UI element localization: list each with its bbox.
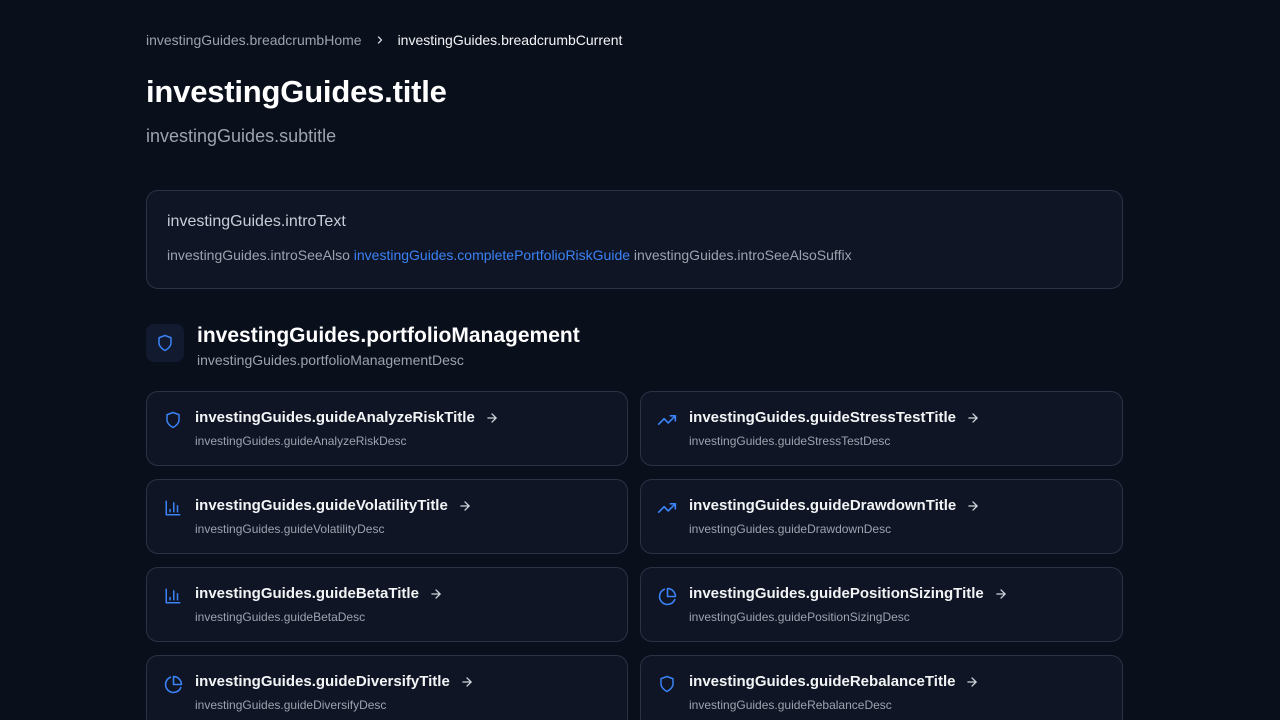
- section-header: investingGuides.portfolioManagement inve…: [146, 324, 580, 368]
- guide-card-title: investingGuides.guideDrawdownTitle: [689, 497, 957, 514]
- guide-card-title-row: investingGuides.guidePositionSizingTitle: [689, 585, 1008, 602]
- arrow-right-icon: [485, 411, 499, 425]
- guide-card-title-row: investingGuides.guideAnalyzeRiskTitle: [195, 409, 499, 426]
- intro-box: investingGuides.introText investingGuide…: [146, 190, 1123, 289]
- intro-see-also-prefix: investingGuides.introSeeAlso: [167, 247, 350, 263]
- guide-card-body: investingGuides.guideBetaTitle investingG…: [195, 585, 443, 624]
- guide-card-body: investingGuides.guideRebalanceTitle inves…: [689, 673, 979, 712]
- portfolio-risk-guide-link[interactable]: investingGuides.completePortfolioRiskGui…: [354, 247, 630, 263]
- intro-see-also: investingGuides.introSeeAlso investingGu…: [167, 247, 1102, 263]
- guide-card-title: investingGuides.guideAnalyzeRiskTitle: [195, 409, 475, 426]
- page-subtitle: investingGuides.subtitle: [146, 126, 337, 146]
- guide-card-title-row: investingGuides.guideDiversifyTitle: [195, 673, 474, 690]
- shield-icon: [657, 674, 677, 694]
- guide-card-title: investingGuides.guideRebalanceTitle: [689, 673, 956, 690]
- guide-card-title-row: investingGuides.guideRebalanceTitle: [689, 673, 979, 690]
- guide-card-title-row: investingGuides.guideBetaTitle: [195, 585, 443, 602]
- guide-card[interactable]: investingGuides.guideBetaTitle investingG…: [146, 567, 628, 642]
- breadcrumb: investingGuides.breadcrumbHome investing…: [146, 32, 622, 48]
- guide-card-body: investingGuides.guideDiversifyTitle inves…: [195, 673, 474, 712]
- guide-card-body: investingGuides.guideDrawdownTitle invest…: [689, 497, 980, 536]
- guide-card-desc: investingGuides.guidePositionSizingDesc: [689, 610, 910, 624]
- guide-card[interactable]: investingGuides.guideVolatilityTitle inve…: [146, 479, 628, 554]
- guide-card-desc: investingGuides.guideDiversifyDesc: [195, 698, 387, 712]
- intro-text: investingGuides.introText: [167, 213, 346, 230]
- guide-card-desc: investingGuides.guideRebalanceDesc: [689, 698, 892, 712]
- shield-icon: [163, 410, 183, 430]
- shield-icon: [146, 324, 184, 362]
- guide-card-title-row: investingGuides.guideStressTestTitle: [689, 409, 980, 426]
- guide-card[interactable]: investingGuides.guideAnalyzeRiskTitle inv…: [146, 391, 628, 466]
- guide-card-title-row: investingGuides.guideVolatilityTitle: [195, 497, 472, 514]
- guide-card[interactable]: investingGuides.guideDrawdownTitle invest…: [640, 479, 1123, 554]
- arrow-right-icon: [460, 675, 474, 689]
- arrow-right-icon: [965, 675, 979, 689]
- guide-card-desc: investingGuides.guideStressTestDesc: [689, 434, 891, 448]
- guide-card[interactable]: investingGuides.guideRebalanceTitle inves…: [640, 655, 1123, 720]
- guide-card-title: investingGuides.guideStressTestTitle: [689, 409, 957, 426]
- breadcrumb-current: investingGuides.breadcrumbCurrent: [397, 32, 623, 48]
- guide-card-title: investingGuides.guideVolatilityTitle: [195, 497, 448, 514]
- guide-card-title-row: investingGuides.guideDrawdownTitle: [689, 497, 980, 514]
- guide-card-desc: investingGuides.guideDrawdownDesc: [689, 522, 892, 536]
- pie-chart-icon: [657, 586, 677, 606]
- bar-chart-icon: [163, 498, 183, 518]
- guide-card-body: investingGuides.guideVolatilityTitle inve…: [195, 497, 472, 536]
- guide-card[interactable]: investingGuides.guideStressTestTitle inve…: [640, 391, 1123, 466]
- trending-up-icon: [657, 410, 677, 430]
- arrow-right-icon: [429, 587, 443, 601]
- guide-card-body: investingGuides.guidePositionSizingTitle…: [689, 585, 1008, 624]
- guide-card-desc: investingGuides.guideAnalyzeRiskDesc: [195, 434, 407, 448]
- pie-chart-icon: [163, 674, 183, 694]
- guide-card-body: investingGuides.guideStressTestTitle inve…: [689, 409, 980, 448]
- arrow-right-icon: [966, 411, 980, 425]
- guide-card-title: investingGuides.guideDiversifyTitle: [195, 673, 450, 690]
- guide-card-body: investingGuides.guideAnalyzeRiskTitle inv…: [195, 409, 499, 448]
- guide-card[interactable]: investingGuides.guidePositionSizingTitle…: [640, 567, 1123, 642]
- page: investingGuides.breadcrumbHome investing…: [0, 0, 1280, 720]
- intro-see-also-suffix: investingGuides.introSeeAlsoSuffix: [633, 247, 852, 263]
- section-title: investingGuides.portfolioManagement: [197, 324, 580, 347]
- guide-card-title: investingGuides.guidePositionSizingTitle: [689, 585, 984, 602]
- guide-card-desc: investingGuides.guideVolatilityDesc: [195, 522, 385, 536]
- arrow-right-icon: [994, 587, 1008, 601]
- trending-up-icon: [657, 498, 677, 518]
- page-title: investingGuides.title: [146, 74, 447, 109]
- guide-card-desc: investingGuides.guideBetaDesc: [195, 610, 366, 624]
- breadcrumb-home-link[interactable]: investingGuides.breadcrumbHome: [146, 32, 362, 48]
- section-desc: investingGuides.portfolioManagementDesc: [197, 352, 464, 368]
- guide-card[interactable]: investingGuides.guideDiversifyTitle inves…: [146, 655, 628, 720]
- guides-grid: investingGuides.guideAnalyzeRiskTitle inv…: [146, 391, 1123, 720]
- arrow-right-icon: [458, 499, 472, 513]
- arrow-right-icon: [966, 499, 980, 513]
- chevron-right-icon: [374, 34, 386, 46]
- guide-card-title: investingGuides.guideBetaTitle: [195, 585, 419, 602]
- bar-chart-icon: [163, 586, 183, 606]
